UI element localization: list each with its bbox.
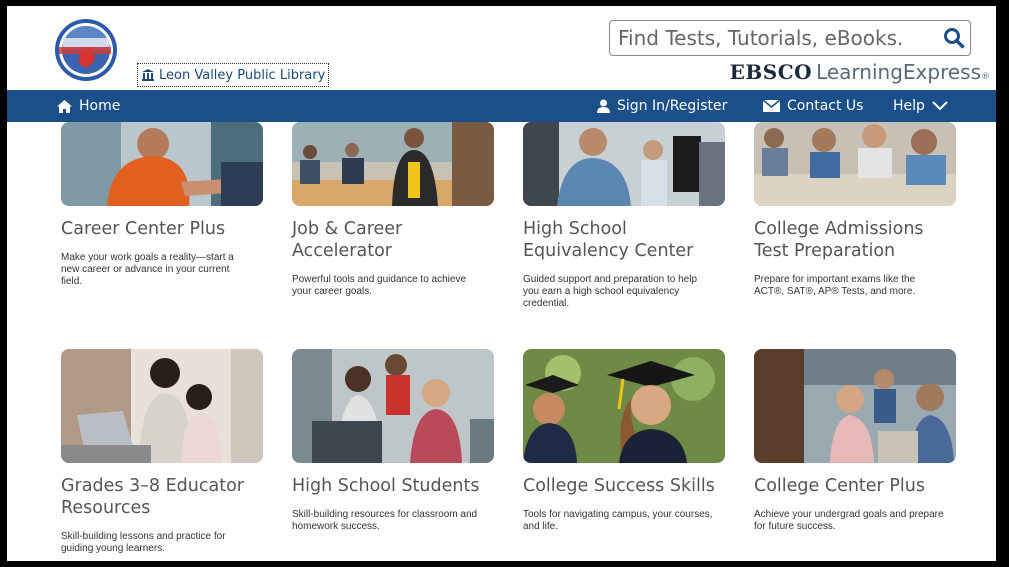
nav-help[interactable]: Help [893,90,948,122]
library-name: Leon Valley Public Library [159,67,326,83]
search-button[interactable] [938,22,970,54]
card-description: Tools for navigating campus, your course… [523,509,713,532]
resource-card[interactable]: College Center Plus Achieve your undergr… [754,349,960,533]
office-meeting-photo[interactable] [292,122,494,206]
resource-card[interactable]: High School Students Skill-building reso… [292,349,498,533]
chevron-down-icon [932,101,948,111]
woman-handshake-photo[interactable] [61,122,263,206]
card-description: Prepare for important exams like the ACT… [754,274,916,297]
card-description: Guided support and preparation to help y… [523,274,698,309]
card-description: Skill-building lessons and practice for … [61,531,226,554]
parent-child-laptop-photo[interactable] [61,349,263,463]
search-input[interactable] [610,23,938,53]
brand-secondary: LearningExpress [816,60,981,84]
card-title[interactable]: Job & Career Accelerator [292,218,498,262]
user-icon [597,99,610,113]
card-title[interactable]: College Center Plus [754,475,960,497]
card-title[interactable]: Career Center Plus [61,218,267,240]
search-box [609,20,971,56]
home-icon [57,99,72,113]
nav-contact[interactable]: Contact Us [763,90,863,122]
nav-help-label: Help [893,98,925,114]
site-header: Leon Valley Public Library EBSCO Learnin… [7,6,996,90]
card-description: Achieve your undergrad goals and prepare… [754,509,944,532]
library-building-icon [142,69,154,81]
nav-contact-label: Contact Us [787,98,864,114]
nav-home-label: Home [79,98,121,114]
card-description: Make your work goals a reality—start a n… [61,252,234,287]
resource-card[interactable]: Career Center Plus Make your work goals … [61,122,267,288]
card-title[interactable]: High School Equivalency Center [523,218,729,262]
library-link[interactable]: Leon Valley Public Library [137,63,330,87]
learning-express-logo[interactable] [49,16,123,84]
nav-home[interactable]: Home [57,90,120,122]
teens-laptop-photo[interactable] [292,349,494,463]
resource-grid: Career Center Plus Make your work goals … [7,122,996,561]
brand-mark: ® [981,72,990,82]
resource-card[interactable]: Grades 3–8 Educator Resources Skill-buil… [61,349,267,555]
card-title[interactable]: Grades 3–8 Educator Resources [61,475,267,519]
main-nav: Home Sign In/Register Contact Us Help [7,90,996,122]
ebsco-brand: EBSCO LearningExpress ® [730,60,990,84]
nav-signin[interactable]: Sign In/Register [597,90,727,122]
search-icon [944,28,965,49]
students-exam-photo[interactable] [754,122,956,206]
resource-card[interactable]: College Admissions Test Preparation Prep… [754,122,960,298]
resource-card[interactable]: College Success Skills Tools for navigat… [523,349,729,533]
students-computers-photo[interactable] [523,122,725,206]
card-description: Powerful tools and guidance to achieve y… [292,274,467,297]
card-title[interactable]: College Admissions Test Preparation [754,218,960,262]
brand-primary: EBSCO [729,60,813,84]
resource-card[interactable]: High School Equivalency Center Guided su… [523,122,729,310]
graduates-photo[interactable] [523,349,725,463]
card-title[interactable]: College Success Skills [523,475,729,497]
envelope-icon [763,100,780,112]
nav-signin-label: Sign In/Register [617,98,728,114]
resource-card[interactable]: Job & Career Accelerator Powerful tools … [292,122,498,298]
lecture-hall-photo[interactable] [754,349,956,463]
page-frame: Leon Valley Public Library EBSCO Learnin… [0,0,1009,567]
card-title[interactable]: High School Students [292,475,498,497]
card-description: Skill-building resources for classroom a… [292,509,478,532]
